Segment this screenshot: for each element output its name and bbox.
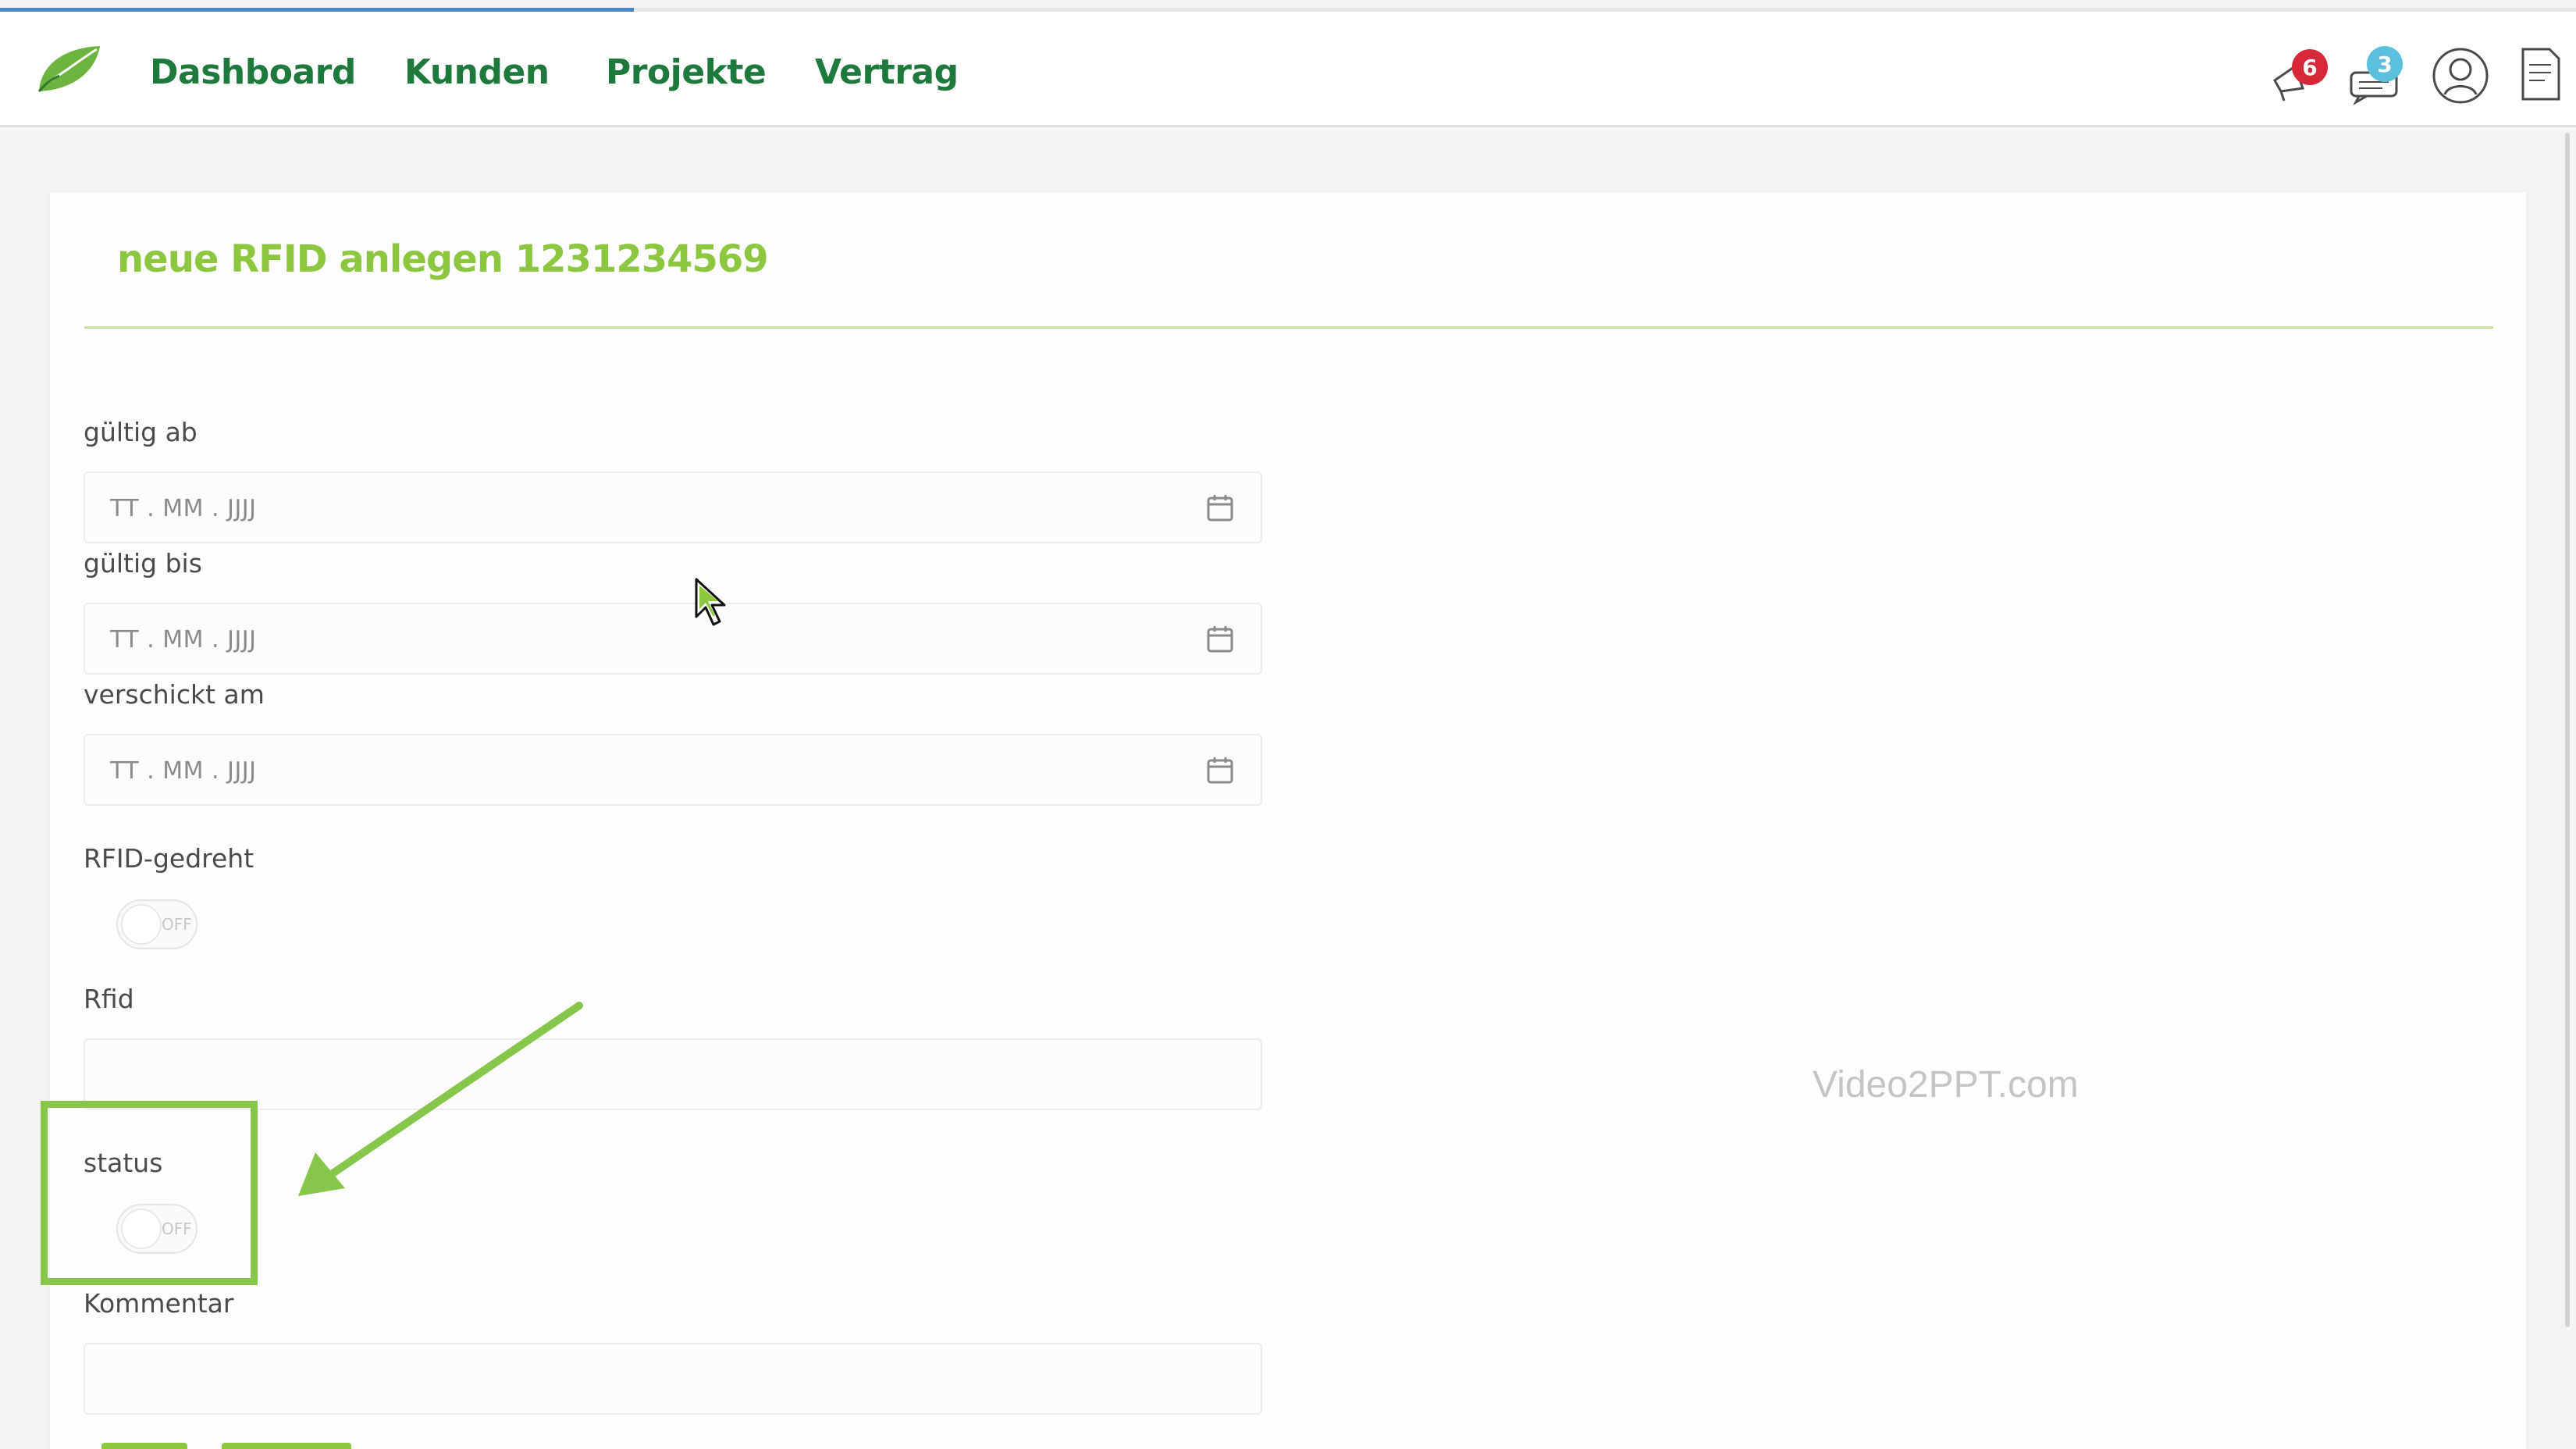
notifications-button[interactable]: 6 bbox=[2264, 43, 2328, 105]
annotation-arrow-icon bbox=[298, 1002, 583, 1196]
app-window: Dashboard Kunden Projekte Vertrag 6 3 ne… bbox=[0, 0, 2576, 1449]
gueltig-bis-placeholder: TT . MM . JJJJ bbox=[110, 626, 257, 653]
calendar-icon[interactable] bbox=[1206, 756, 1234, 785]
calendar-icon[interactable] bbox=[1206, 493, 1234, 523]
submit-button[interactable] bbox=[101, 1443, 187, 1449]
page-title: neue RFID anlegen 1231234569 bbox=[117, 237, 769, 281]
toggle-state-text: OFF bbox=[162, 915, 192, 934]
document-button[interactable] bbox=[2510, 43, 2573, 105]
gueltig-ab-placeholder: TT . MM . JJJJ bbox=[110, 495, 257, 522]
rfid-gedreht-label: RFID-gedreht bbox=[84, 843, 254, 874]
rfid-gedreht-toggle[interactable]: OFF bbox=[116, 899, 197, 949]
mouse-cursor-icon bbox=[695, 578, 726, 626]
gueltig-bis-label: gültig bis bbox=[84, 548, 202, 579]
messages-badge: 3 bbox=[2367, 46, 2403, 82]
gueltig-ab-label: gültig ab bbox=[84, 417, 197, 447]
nav-kunden[interactable]: Kunden bbox=[404, 52, 550, 92]
rfid-label: Rfid bbox=[84, 984, 134, 1014]
verschickt-am-label: verschickt am bbox=[84, 679, 265, 710]
verschickt-am-placeholder: TT . MM . JJJJ bbox=[110, 757, 257, 785]
user-profile-button[interactable] bbox=[2429, 43, 2492, 105]
watermark-text: Video2PPT.com bbox=[1813, 1064, 2079, 1105]
gueltig-ab-input[interactable]: TT . MM . JJJJ bbox=[84, 472, 1262, 543]
toggle-knob bbox=[121, 904, 162, 945]
document-icon bbox=[2521, 48, 2560, 101]
nav-vertrag[interactable]: Vertrag bbox=[815, 52, 959, 92]
messages-button[interactable]: 3 bbox=[2345, 43, 2407, 105]
kommentar-input[interactable] bbox=[84, 1343, 1262, 1415]
rfid-input[interactable] bbox=[84, 1038, 1262, 1110]
annotation-highlight-box bbox=[41, 1101, 258, 1285]
nav-projekte[interactable]: Projekte bbox=[606, 52, 767, 92]
user-avatar-icon bbox=[2432, 48, 2489, 104]
leaf-logo-icon[interactable] bbox=[33, 41, 103, 98]
nav-dashboard[interactable]: Dashboard bbox=[150, 52, 356, 92]
calendar-icon[interactable] bbox=[1206, 625, 1234, 654]
top-navbar: Dashboard Kunden Projekte Vertrag 6 3 bbox=[0, 12, 2576, 127]
cancel-button[interactable] bbox=[222, 1443, 351, 1449]
page-scrollbar[interactable] bbox=[2565, 133, 2570, 1327]
kommentar-label: Kommentar bbox=[84, 1288, 234, 1319]
notifications-badge: 6 bbox=[2292, 49, 2328, 85]
verschickt-am-input[interactable]: TT . MM . JJJJ bbox=[84, 734, 1262, 806]
title-divider bbox=[84, 326, 2493, 329]
gueltig-bis-input[interactable]: TT . MM . JJJJ bbox=[84, 603, 1262, 675]
rfid-form-card: neue RFID anlegen 1231234569 gültig ab T… bbox=[50, 192, 2526, 1449]
